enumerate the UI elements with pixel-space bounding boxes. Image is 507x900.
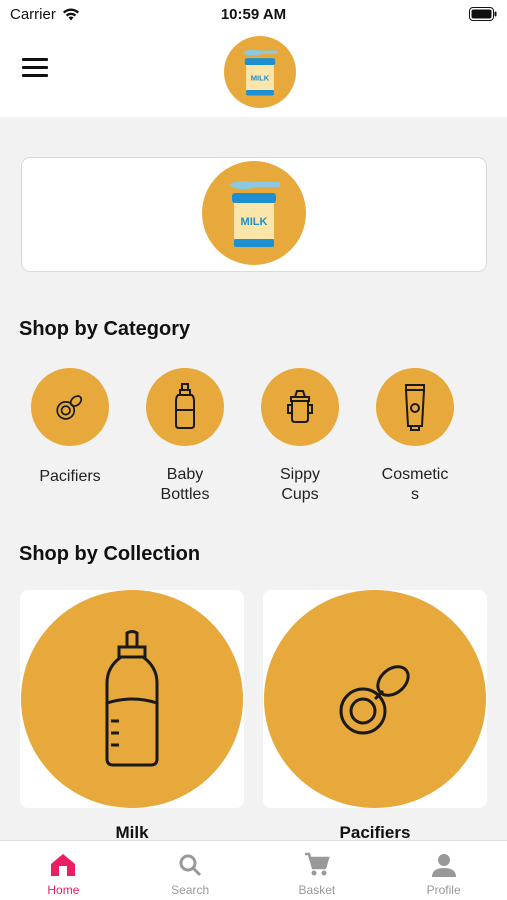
search-icon	[179, 854, 202, 877]
category-pacifiers[interactable]: Pacifiers	[15, 368, 125, 487]
hamburger-menu-button[interactable]	[22, 58, 48, 78]
collection-icon-circle	[264, 590, 486, 808]
tab-label: Search	[171, 883, 210, 897]
tab-label: Basket	[298, 883, 336, 897]
logo[interactable]: MILK	[224, 36, 296, 108]
home-icon	[51, 854, 76, 876]
category-label: Sippy Cups	[279, 466, 321, 503]
baby-bottle-icon	[105, 630, 159, 767]
app-header: MILK	[0, 30, 507, 117]
collection-section-title: Shop by Collection	[19, 543, 201, 565]
cart-icon	[304, 852, 330, 876]
status-bar: Carrier 10:59 AM	[0, 0, 507, 30]
tab-label: Profile	[426, 883, 461, 897]
battery-icon	[469, 7, 497, 21]
milk-can-icon: MILK	[230, 181, 280, 247]
banner-logo: MILK	[202, 161, 306, 265]
tab-home[interactable]: Home	[0, 841, 127, 900]
milk-can-icon: MILK	[243, 49, 278, 96]
sippy-cup-icon	[287, 390, 313, 423]
category-sippy-cups[interactable]: Sippy Cups	[245, 368, 355, 505]
svg-text:MILK: MILK	[251, 73, 270, 82]
tab-basket[interactable]: Basket	[254, 841, 381, 900]
status-time: 10:59 AM	[220, 6, 287, 23]
pacifier-icon	[56, 395, 83, 420]
hero-banner[interactable]: MILK	[21, 157, 487, 272]
category-label: Baby Bottles	[160, 466, 210, 503]
category-baby-bottles[interactable]: Baby Bottles	[130, 368, 240, 505]
tab-label: Home	[47, 883, 80, 897]
tab-profile[interactable]: Profile	[380, 841, 507, 900]
cosmetics-tube-icon	[404, 384, 426, 431]
category-label: Cosmetic s	[381, 466, 449, 503]
category-icon-circle	[31, 368, 109, 446]
category-label: Pacifiers	[39, 468, 101, 485]
collection-card-milk[interactable]	[20, 590, 244, 808]
category-icon-circle	[261, 368, 339, 446]
bottom-tab-bar: Home Search Basket Profile	[0, 840, 507, 900]
pacifier-icon	[339, 665, 410, 735]
collection-card-pacifiers[interactable]	[263, 590, 487, 808]
category-cosmetics[interactable]: Cosmetic s	[360, 368, 470, 505]
tab-search[interactable]: Search	[127, 841, 254, 900]
person-icon	[431, 854, 456, 877]
category-section-title: Shop by Category	[19, 318, 191, 340]
collection-icon-circle	[21, 590, 243, 808]
baby-bottle-icon	[175, 383, 195, 429]
category-icon-circle	[146, 368, 224, 446]
category-icon-circle	[376, 368, 454, 446]
svg-text:MILK: MILK	[241, 216, 268, 228]
